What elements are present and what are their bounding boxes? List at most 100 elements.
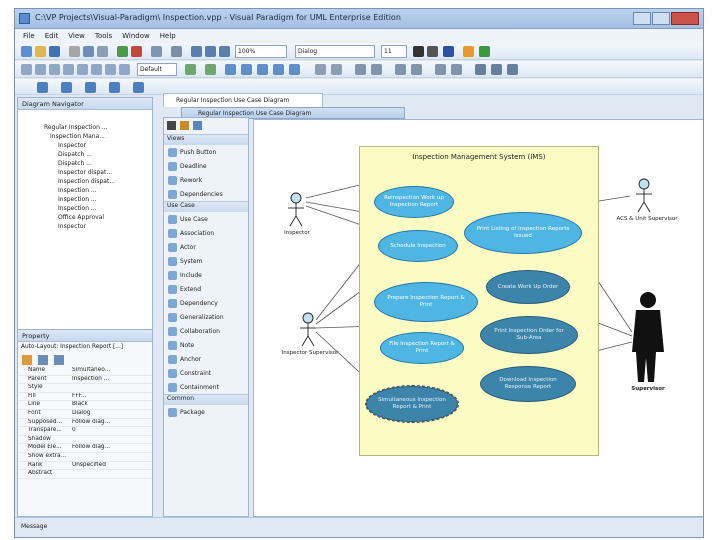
- group-icon[interactable]: [225, 64, 236, 75]
- property-value[interactable]: [70, 470, 152, 478]
- send-back-icon[interactable]: [273, 64, 284, 75]
- perspective-model-icon[interactable]: [37, 82, 48, 93]
- use-case[interactable]: Download Inspection Response Report: [480, 366, 576, 402]
- hand-icon[interactable]: [180, 121, 189, 130]
- align-top-icon[interactable]: [63, 64, 74, 75]
- bold-icon[interactable]: [413, 46, 424, 57]
- property-row[interactable]: Model Ele... Follow diag...: [18, 444, 152, 453]
- print-icon[interactable]: [435, 64, 446, 75]
- font-color-icon[interactable]: [443, 46, 454, 57]
- property-value[interactable]: Inspection ...: [70, 376, 152, 384]
- actor-label[interactable]: Supervisor: [620, 386, 676, 392]
- property-value[interactable]: FFF...: [70, 393, 152, 401]
- line-color-icon[interactable]: [479, 46, 490, 57]
- menu-help[interactable]: Help: [160, 32, 176, 40]
- status-message[interactable]: Message: [21, 523, 47, 530]
- tab-diagram[interactable]: Regular Inspection Use Case Diagram: [163, 93, 323, 107]
- tree-item[interactable]: Dispatch ...: [30, 151, 152, 160]
- tree-item[interactable]: Inspector dispat...: [30, 169, 152, 178]
- property-row[interactable]: Transpare... 0: [18, 427, 152, 436]
- menu-edit[interactable]: Edit: [45, 32, 59, 40]
- align-left-icon[interactable]: [21, 64, 32, 75]
- maximize-icon[interactable]: [652, 12, 670, 25]
- diagram-canvas[interactable]: Inspection Management System (IMS) Reins…: [253, 119, 703, 517]
- palette-group-views[interactable]: Views: [164, 134, 248, 145]
- same-size-icon[interactable]: [119, 64, 130, 75]
- palette-item[interactable]: Dependencies: [164, 187, 248, 201]
- zoom-out-icon[interactable]: [205, 46, 216, 57]
- palette-item[interactable]: Note: [164, 338, 248, 352]
- preview-icon[interactable]: [451, 64, 462, 75]
- new-icon[interactable]: [21, 46, 32, 57]
- tree-item[interactable]: Office Approval: [30, 214, 152, 223]
- use-case-selected[interactable]: Simultaneous Inspection Report & Print: [365, 385, 459, 423]
- zoom-in-icon[interactable]: [191, 46, 202, 57]
- copy-icon[interactable]: [83, 46, 94, 57]
- cut-icon[interactable]: [69, 46, 80, 57]
- perspective-tools-icon[interactable]: [133, 82, 144, 93]
- property-row[interactable]: Supposed... Follow diag...: [18, 419, 152, 428]
- actor-label[interactable]: Inspector Supervisor: [276, 350, 344, 356]
- palette-item[interactable]: Collaboration: [164, 324, 248, 338]
- menu-view[interactable]: View: [68, 32, 85, 40]
- palette-item[interactable]: Containment: [164, 380, 248, 394]
- tree-item[interactable]: Inspector: [30, 223, 152, 232]
- palette-item[interactable]: System: [164, 254, 248, 268]
- palette-group-usecase[interactable]: Use Case: [164, 201, 248, 212]
- style-select[interactable]: Default: [137, 63, 177, 76]
- palette-item[interactable]: Rework: [164, 173, 248, 187]
- sync-icon[interactable]: [475, 64, 486, 75]
- categorized-icon[interactable]: [22, 355, 32, 365]
- db-icon[interactable]: [507, 64, 518, 75]
- use-case[interactable]: Reinspection Work up Inspection Report: [374, 186, 454, 218]
- actor-label[interactable]: ACS & Unit Supervisor: [612, 216, 682, 222]
- layout-icon[interactable]: [151, 46, 162, 57]
- palette-item[interactable]: Actor: [164, 240, 248, 254]
- perspective-class-repo-icon[interactable]: [109, 82, 120, 93]
- filter-icon[interactable]: [54, 355, 64, 365]
- teamwork-icon[interactable]: [371, 64, 382, 75]
- property-value[interactable]: [70, 384, 152, 392]
- property-value[interactable]: Black: [70, 401, 152, 409]
- use-case[interactable]: Create Work Up Order: [486, 270, 570, 304]
- fill-color-icon[interactable]: [463, 46, 474, 57]
- tree-item[interactable]: Inspection ...: [30, 187, 152, 196]
- perspective-class-icon[interactable]: [85, 82, 96, 93]
- font-select[interactable]: Dialog: [295, 45, 375, 58]
- code-icon[interactable]: [491, 64, 502, 75]
- palette-group-common[interactable]: Common: [164, 394, 248, 405]
- close-icon[interactable]: [671, 12, 699, 25]
- palette-item[interactable]: Dependency: [164, 296, 248, 310]
- property-row[interactable]: Line Black: [18, 401, 152, 410]
- tree-item[interactable]: Inspection ...: [30, 205, 152, 214]
- property-row[interactable]: Rank Unspecified: [18, 462, 152, 471]
- use-case[interactable]: File Inspection Report & Print: [380, 332, 464, 364]
- property-value[interactable]: Simultaneo...: [70, 367, 152, 375]
- font-size-select[interactable]: 11: [381, 45, 407, 58]
- grid-icon[interactable]: [171, 46, 182, 57]
- palette-item[interactable]: Push Button: [164, 145, 248, 159]
- perspective-diagram-icon[interactable]: [61, 82, 72, 93]
- export-icon[interactable]: [395, 64, 406, 75]
- use-case[interactable]: Schedule Inspection: [378, 230, 458, 262]
- open-icon[interactable]: [35, 46, 46, 57]
- line-style-icon[interactable]: [205, 64, 216, 75]
- property-row[interactable]: Abstract: [18, 470, 152, 479]
- property-row[interactable]: Parent Inspection ...: [18, 376, 152, 385]
- palette-item[interactable]: Package: [164, 405, 248, 419]
- tree-item[interactable]: Inspection dispat...: [30, 178, 152, 187]
- save-icon[interactable]: [49, 46, 60, 57]
- selector-icon[interactable]: [167, 121, 176, 130]
- property-value[interactable]: Follow diag...: [70, 444, 152, 452]
- redo-icon[interactable]: [131, 46, 142, 57]
- title-bar[interactable]: C:\VP Projects\Visual-Paradigm\ Inspecti…: [15, 9, 703, 29]
- actor-label[interactable]: Inspector: [274, 230, 320, 236]
- tree-item[interactable]: Inspector: [30, 142, 152, 151]
- tree-item[interactable]: Inspection Mana...: [30, 133, 152, 142]
- minimize-icon[interactable]: [633, 12, 651, 25]
- palette-item[interactable]: Include: [164, 268, 248, 282]
- property-value[interactable]: [70, 436, 152, 444]
- alphabetical-icon[interactable]: [38, 355, 48, 365]
- connector-icon[interactable]: [185, 64, 196, 75]
- import-icon[interactable]: [411, 64, 422, 75]
